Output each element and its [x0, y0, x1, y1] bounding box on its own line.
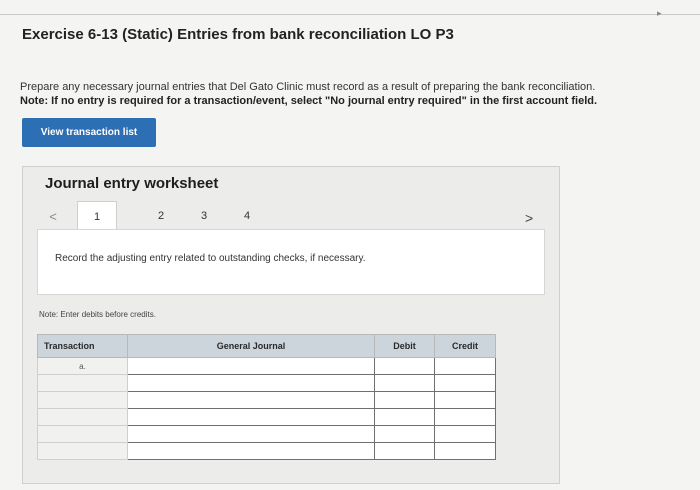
prev-arrow-icon[interactable]: < — [45, 201, 61, 231]
top-divider — [0, 14, 700, 15]
tab-2[interactable]: 2 — [149, 201, 173, 231]
credit-input[interactable] — [434, 425, 496, 443]
transaction-cell: a. — [37, 357, 128, 375]
table-row: a. — [37, 357, 496, 375]
header-transaction: Transaction — [37, 334, 128, 358]
credit-input[interactable] — [434, 442, 496, 460]
header-credit: Credit — [434, 334, 496, 358]
table-row — [37, 391, 496, 409]
journal-table: Transaction General Journal Debit Credit… — [37, 334, 496, 460]
tab-3[interactable]: 3 — [192, 201, 216, 231]
instructions-text: Prepare any necessary journal entries th… — [20, 81, 596, 93]
account-select[interactable] — [127, 408, 375, 426]
credit-input[interactable] — [434, 408, 496, 426]
table-row — [37, 374, 496, 392]
debits-note: Note: Enter debits before credits. — [39, 310, 156, 319]
header-general-journal: General Journal — [127, 334, 375, 358]
header-debit: Debit — [374, 334, 435, 358]
cursor-icon: ▸ — [657, 8, 662, 18]
next-arrow-icon[interactable]: > — [525, 210, 533, 226]
account-select[interactable] — [127, 442, 375, 460]
account-select[interactable] — [127, 425, 375, 443]
debit-input[interactable] — [374, 408, 435, 426]
debit-input[interactable] — [374, 425, 435, 443]
credit-input[interactable] — [434, 391, 496, 409]
table-header-row: Transaction General Journal Debit Credit — [37, 334, 496, 358]
tab-4[interactable]: 4 — [235, 201, 259, 231]
tab-1[interactable]: 1 — [77, 201, 117, 231]
page-title: Exercise 6-13 (Static) Entries from bank… — [22, 26, 454, 43]
table-row — [37, 408, 496, 426]
credit-input[interactable] — [434, 357, 496, 375]
transaction-cell — [37, 425, 128, 443]
entry-prompt: Record the adjusting entry related to ou… — [37, 229, 545, 295]
debit-input[interactable] — [374, 442, 435, 460]
view-transaction-list-button[interactable]: View transaction list — [22, 118, 156, 147]
debit-input[interactable] — [374, 357, 435, 375]
credit-input[interactable] — [434, 374, 496, 392]
entry-prompt-text: Record the adjusting entry related to ou… — [55, 253, 366, 264]
debit-input[interactable] — [374, 374, 435, 392]
worksheet-title: Journal entry worksheet — [45, 175, 219, 192]
table-row — [37, 442, 496, 460]
journal-entry-worksheet: Journal entry worksheet < 1 2 3 4 Record… — [22, 166, 560, 484]
transaction-cell — [37, 374, 128, 392]
transaction-cell — [37, 391, 128, 409]
transaction-cell — [37, 408, 128, 426]
account-select[interactable] — [127, 357, 375, 375]
account-select[interactable] — [127, 374, 375, 392]
instructions-note: Note: If no entry is required for a tran… — [20, 95, 598, 107]
transaction-cell — [37, 442, 128, 460]
instructions: Prepare any necessary journal entries th… — [20, 80, 690, 108]
account-select[interactable] — [127, 391, 375, 409]
debit-input[interactable] — [374, 391, 435, 409]
table-row — [37, 425, 496, 443]
